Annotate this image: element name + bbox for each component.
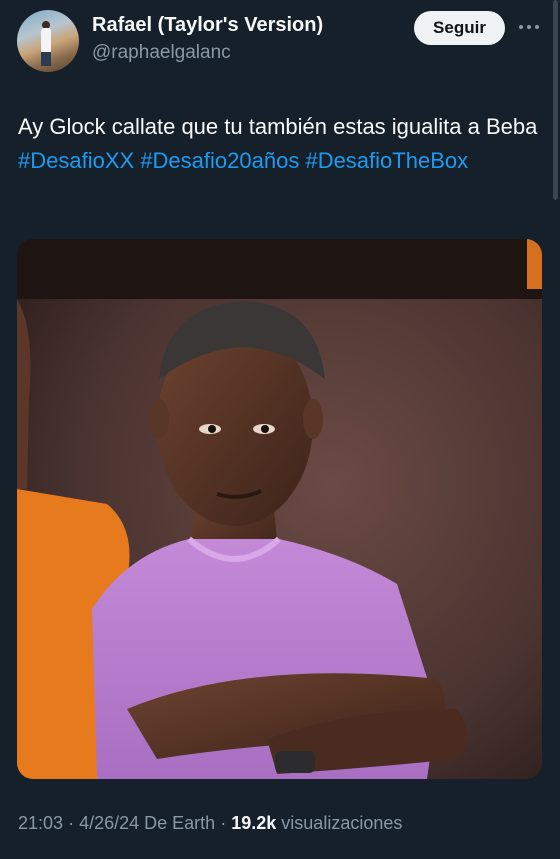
scrollbar[interactable] [553,0,558,200]
tweet-text: Ay Glock callate que tu también estas ig… [18,110,538,178]
hashtag-link[interactable]: #DesafioTheBox [305,148,468,173]
author-handle[interactable]: @raphaelgalanc [92,42,231,64]
tweet-text-body: Ay Glock callate que tu también estas ig… [18,114,538,139]
photo-illustration [17,239,542,779]
tweet-page: Rafael (Taylor's Version) @raphaelgalanc… [0,0,560,859]
tweet-meta: 21:03 · 4/26/24 De Earth · 19.2k visuali… [18,813,402,834]
avatar-person-legs [41,52,51,66]
more-horizontal-icon[interactable] [517,17,541,37]
views-count[interactable]: 19.2k [231,813,276,833]
avatar-person-body [41,28,51,54]
follow-button[interactable]: Seguir [414,11,505,45]
hashtag-link[interactable]: #DesafioXX [18,148,134,173]
meta-separator: · [68,813,75,833]
tweet-source: De Earth [144,813,216,833]
meta-separator: · [220,813,227,833]
tweet-media-photo[interactable] [17,239,542,779]
tweet-date[interactable]: 4/26/24 [79,813,139,833]
author-display-name[interactable]: Rafael (Taylor's Version) [92,14,323,37]
hashtag-link[interactable]: #Desafio20años [140,148,299,173]
tweet-time[interactable]: 21:03 [18,813,63,833]
avatar[interactable] [17,10,79,72]
views-label: visualizaciones [281,813,403,833]
